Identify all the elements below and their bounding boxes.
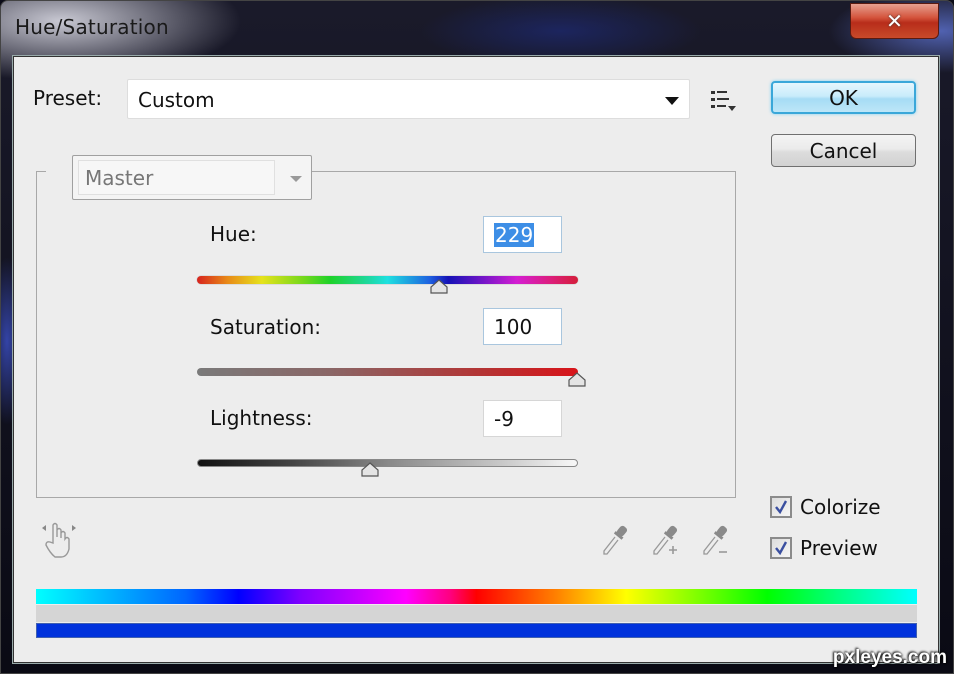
hue-label: Hue:: [210, 222, 257, 246]
colorize-checkbox[interactable]: [770, 496, 792, 518]
close-icon: ✕: [886, 9, 903, 33]
preset-options-button[interactable]: [711, 90, 737, 112]
preview-label[interactable]: Preview: [800, 536, 878, 560]
cancel-button[interactable]: Cancel: [771, 134, 916, 167]
channel-value: Master: [85, 166, 154, 190]
saturation-value: 100: [494, 315, 533, 339]
saturation-slider-track[interactable]: [197, 368, 578, 376]
hue-value: 229: [494, 223, 535, 247]
hand-scrubber-icon[interactable]: [41, 521, 77, 559]
adjustment-group: [36, 171, 736, 498]
lightness-slider-thumb[interactable]: [359, 462, 381, 477]
preset-dropdown[interactable]: Custom: [127, 79, 690, 119]
checkmark-icon: [775, 541, 788, 555]
watermark: pxleyes.com: [832, 647, 947, 668]
checkmark-icon: [775, 500, 788, 514]
dialog-window: Hue/Saturation ✕ Preset: Custom OK Cance…: [0, 0, 954, 674]
saturation-label: Saturation:: [210, 315, 321, 339]
preview-checkbox[interactable]: [770, 537, 792, 559]
ok-button[interactable]: OK: [771, 81, 916, 114]
source-hue-bar: [36, 589, 917, 604]
eyedropper-minus-icon[interactable]: [701, 524, 731, 556]
dialog-body: Preset: Custom OK Cancel Master Hue: 229…: [12, 55, 940, 664]
close-button[interactable]: ✕: [850, 3, 939, 39]
hue-input[interactable]: 229: [483, 216, 562, 253]
eyedropper-icon[interactable]: [601, 524, 631, 556]
chevron-down-icon: [665, 97, 679, 105]
lightness-label: Lightness:: [210, 406, 313, 430]
window-title: Hue/Saturation: [15, 15, 169, 39]
eyedropper-plus-icon[interactable]: [651, 524, 681, 556]
preset-label: Preset:: [33, 86, 103, 110]
colorize-label[interactable]: Colorize: [800, 495, 881, 519]
list-menu-icon: [711, 91, 736, 111]
lightness-value: -9: [494, 407, 514, 431]
saturation-slider-thumb[interactable]: [566, 372, 588, 387]
channel-dropdown[interactable]: Master: [72, 155, 312, 200]
hue-slider-track[interactable]: [197, 276, 578, 284]
lightness-slider-track[interactable]: [197, 459, 578, 467]
hue-range-bar[interactable]: [36, 605, 917, 622]
preset-value: Custom: [138, 88, 215, 112]
result-hue-bar: [36, 623, 917, 638]
hue-slider-thumb[interactable]: [428, 279, 450, 294]
lightness-input[interactable]: -9: [483, 400, 562, 437]
chevron-down-icon: [290, 176, 302, 182]
saturation-input[interactable]: 100: [483, 308, 562, 345]
